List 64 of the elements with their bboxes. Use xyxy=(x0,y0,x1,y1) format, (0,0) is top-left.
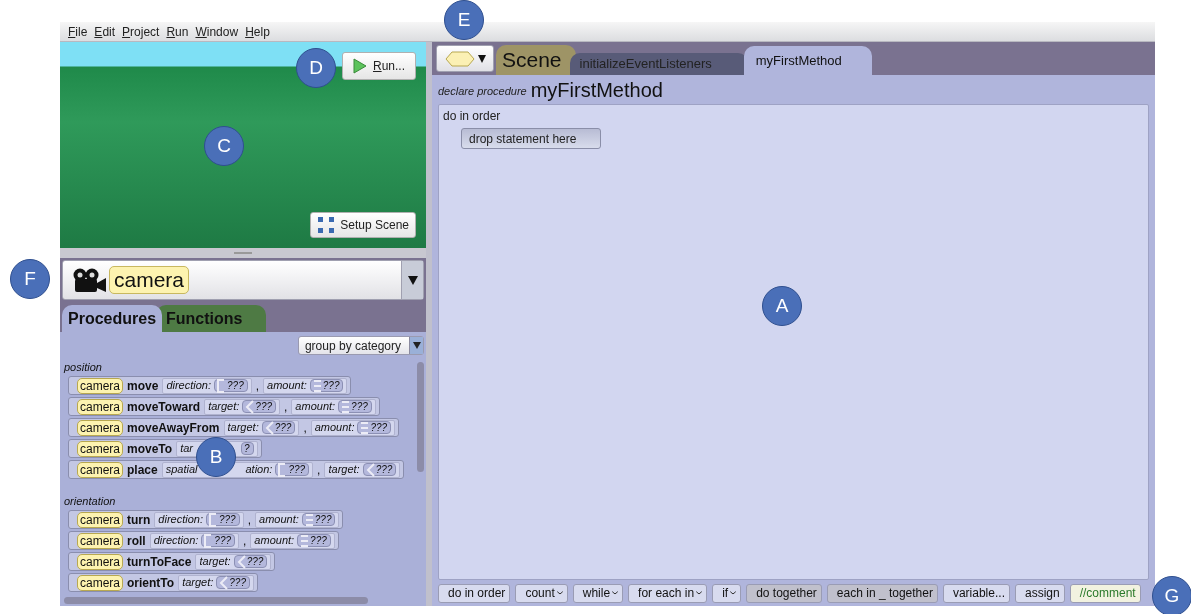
parameter-value: ??? xyxy=(297,534,331,547)
method-name: roll xyxy=(127,532,146,550)
parameter-name: amount: xyxy=(295,399,336,415)
method-name: orientTo xyxy=(127,574,175,592)
method-name: turn xyxy=(127,511,151,529)
parameter-value: ??? xyxy=(275,463,310,476)
parameter-value: ??? xyxy=(362,463,397,476)
method-name: moveTo xyxy=(127,440,173,458)
parameter-name: direction: xyxy=(158,512,203,528)
object-chip: camera xyxy=(77,553,123,570)
object-chip: camera xyxy=(77,574,123,591)
object-chip: camera xyxy=(77,511,123,528)
method-name: moveAwayFrom xyxy=(127,419,220,437)
declaration-prefix: declare procedure xyxy=(438,83,527,99)
parameter-name: amount: xyxy=(259,512,299,528)
separator: , xyxy=(243,532,247,550)
separator: , xyxy=(247,511,251,529)
annotation-callout-tooltip: E xyxy=(444,0,484,40)
object-chip: camera xyxy=(77,532,123,549)
method-name: turnToFace xyxy=(127,553,192,571)
separator: , xyxy=(255,377,260,395)
object-chip: camera xyxy=(77,419,123,436)
parameter-value: ??? xyxy=(216,576,250,589)
parameter-name: target: xyxy=(182,575,214,591)
parameter-value: ??? xyxy=(233,555,268,568)
annotation-callout-tooltip: F xyxy=(10,259,50,299)
parameter-value: ??? xyxy=(301,513,336,526)
separator: , xyxy=(284,398,288,416)
parameter-value: ??? xyxy=(338,400,372,413)
parameter-name: tar xyxy=(180,441,193,457)
parameter-name: amount: xyxy=(267,378,307,394)
parameter-name: direction: xyxy=(153,533,199,549)
parameter-value: ??? xyxy=(201,534,235,547)
parameter-value: ??? xyxy=(309,379,344,392)
parameter-name: target: xyxy=(328,462,360,478)
category-label: orientation xyxy=(64,495,117,508)
separator: , xyxy=(303,419,307,437)
object-chip: camera xyxy=(77,440,123,457)
parameter-value: ??? xyxy=(242,400,276,413)
method-name: moveToward xyxy=(127,398,201,416)
parameter-name: spatial xyxy=(165,462,198,478)
parameter-name: target: xyxy=(208,399,240,415)
method-name: place xyxy=(127,461,158,479)
parameter-name: target: xyxy=(227,420,259,436)
separator: , xyxy=(317,461,321,479)
parameter-value: ??? xyxy=(261,421,296,434)
parameter-value: ??? xyxy=(357,421,392,434)
annotation-callout-tooltip: G xyxy=(1152,576,1191,614)
parameter-name: amount: xyxy=(254,533,295,549)
parameter-name: ation: xyxy=(245,462,273,478)
object-chip: camera xyxy=(77,461,123,478)
parameter-name: amount: xyxy=(314,420,355,436)
parameter-name: target: xyxy=(199,554,231,570)
category-label: position xyxy=(64,361,103,374)
object-chip: camera xyxy=(77,398,123,415)
parameter-name: direction: xyxy=(166,378,211,394)
parameter-value: ??? xyxy=(214,379,248,392)
procedure-name: myFirstMethod xyxy=(530,78,663,102)
object-chip: camera xyxy=(77,377,123,394)
block-label: do in order xyxy=(442,108,502,125)
method-name: move xyxy=(127,377,159,395)
object-name: camera xyxy=(109,266,190,294)
parameter-value: ? xyxy=(241,442,254,455)
parameter-value: ??? xyxy=(206,513,240,526)
